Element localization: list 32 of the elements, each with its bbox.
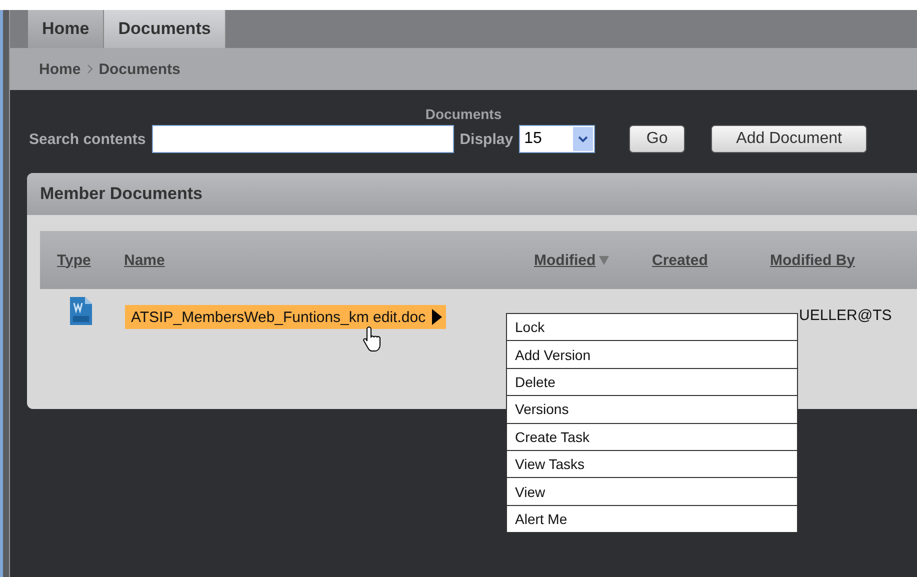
table-cell: UELLER@TS [799, 307, 892, 324]
hand-cursor-icon [363, 326, 383, 352]
breadcrumb-link[interactable]: Documents [98, 60, 180, 78]
tab[interactable]: Documents [104, 10, 226, 48]
display-label: Display [460, 130, 514, 148]
add-document-button[interactable]: Add Document [711, 125, 868, 153]
menu-item[interactable]: View [507, 478, 797, 505]
column-header[interactable]: Modified By [770, 252, 855, 268]
menu-item[interactable]: Alert Me [507, 506, 797, 532]
menu-item[interactable]: View Tasks [507, 450, 797, 478]
go-button[interactable]: Go [629, 125, 686, 153]
tab[interactable]: Home [28, 10, 104, 48]
document-icon [70, 297, 92, 325]
breadcrumb-link[interactable]: Home [39, 60, 81, 78]
menu-item[interactable]: Create Task [507, 424, 797, 450]
column-header[interactable]: Name [124, 252, 165, 268]
column-header[interactable]: Created [652, 252, 708, 268]
menu-item[interactable]: Delete [507, 368, 797, 396]
search-label: Search contents [29, 130, 146, 148]
column-header[interactable]: Type [57, 252, 91, 268]
menu-item[interactable]: Versions [507, 396, 797, 423]
toolbar-title: Documents [425, 106, 502, 122]
display-select[interactable]: 15 [519, 125, 596, 153]
play-icon [432, 309, 442, 325]
chevron-down-icon [573, 127, 594, 151]
file-name[interactable]: ATSIP_MembersWeb_Funtions_km edit.doc [125, 305, 446, 329]
menu-item[interactable]: Lock [507, 314, 797, 340]
panel-title: Member Documents [27, 173, 917, 215]
menu-item[interactable]: Add Version [507, 341, 797, 368]
column-header[interactable]: Modified [534, 252, 609, 268]
search-field[interactable] [152, 125, 454, 153]
chevron-icon [86, 64, 93, 74]
